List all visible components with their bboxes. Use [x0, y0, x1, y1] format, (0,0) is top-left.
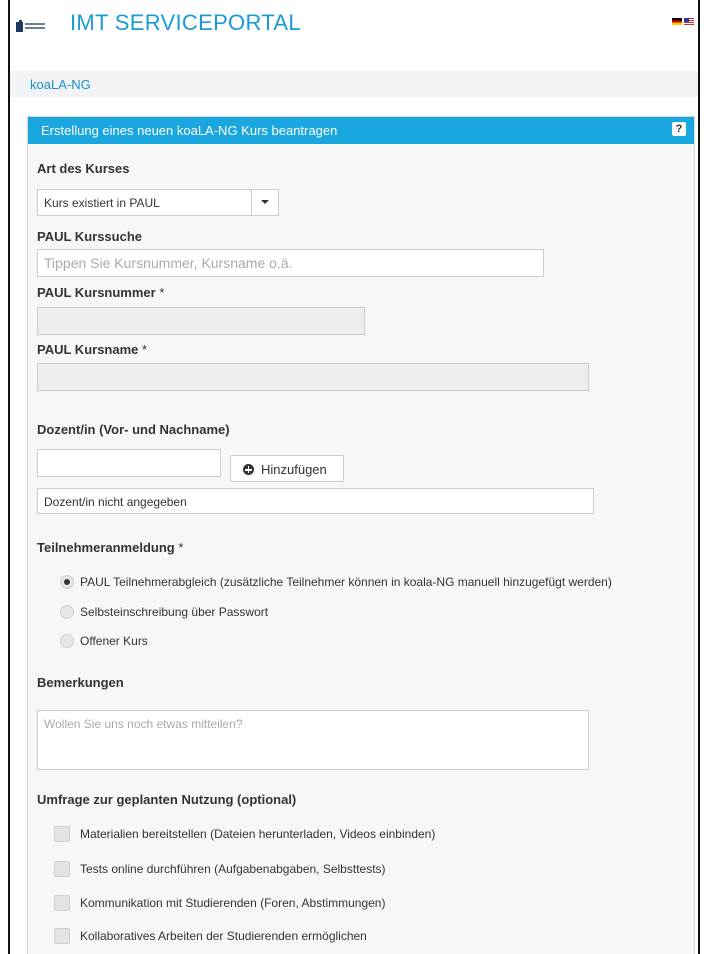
required-marker: * [178, 540, 184, 555]
course-name-field [37, 363, 589, 391]
checkbox[interactable] [54, 928, 70, 944]
radio-selected-icon[interactable] [60, 575, 74, 589]
required-marker: * [142, 342, 148, 357]
add-lecturer-button[interactable]: Hinzufügen [230, 455, 344, 482]
radio-icon[interactable] [60, 605, 74, 619]
breadcrumb: koaLA-NG [10, 71, 698, 97]
panel-title: Erstellung eines neuen koaLA-NG Kurs bea… [41, 123, 338, 138]
remarks-label: Bemerkungen [37, 675, 124, 690]
help-icon[interactable]: ? [672, 122, 686, 136]
page-frame: IMT SERVICEPORTAL koaLA-NG Erstellung ei… [8, 0, 700, 954]
course-type-select[interactable]: Kurs existiert in PAUL [37, 189, 279, 216]
course-search-input[interactable] [37, 249, 544, 277]
university-logo[interactable] [16, 20, 46, 34]
checkbox[interactable] [54, 861, 70, 877]
lecturer-label: Dozent/in (Vor- und Nachname) [37, 422, 230, 437]
caret-down-icon [261, 200, 269, 204]
plus-circle-icon [243, 464, 254, 475]
checkbox[interactable] [54, 826, 70, 842]
radio-icon[interactable] [60, 634, 74, 648]
course-number-label: PAUL Kursnummer * [37, 285, 165, 300]
course-type-label: Art des Kurses [37, 161, 130, 176]
checkbox[interactable] [54, 895, 70, 911]
german-flag-icon[interactable] [672, 18, 682, 25]
lecturer-name-input[interactable] [37, 449, 221, 477]
course-search-label: PAUL Kurssuche [37, 229, 142, 244]
required-marker: * [159, 285, 165, 300]
course-name-label: PAUL Kursname * [37, 342, 148, 357]
portal-title[interactable]: IMT SERVICEPORTAL [70, 10, 301, 36]
course-type-value: Kurs existiert in PAUL [44, 196, 160, 210]
header: IMT SERVICEPORTAL [10, 0, 698, 46]
lecturer-list: Dozent/in nicht angegeben [37, 488, 594, 514]
enrollment-label: Teilnehmeranmeldung * [37, 540, 184, 555]
lecturer-empty-text: Dozent/in nicht angegeben [44, 495, 187, 509]
course-number-field [37, 307, 365, 335]
survey-label: Umfrage zur geplanten Nutzung (optional) [37, 792, 297, 807]
language-switcher [672, 18, 694, 25]
panel-header: Erstellung eines neuen koaLA-NG Kurs bea… [28, 117, 694, 144]
remarks-textarea[interactable] [37, 710, 589, 770]
us-flag-icon[interactable] [684, 18, 694, 25]
breadcrumb-koala-ng[interactable]: koaLA-NG [30, 77, 91, 92]
